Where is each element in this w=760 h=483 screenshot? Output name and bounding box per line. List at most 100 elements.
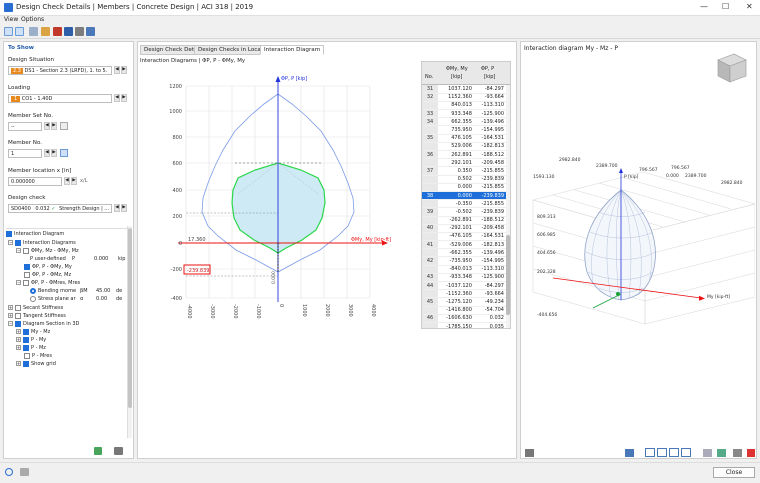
view-print-icon[interactable]	[525, 449, 534, 457]
view-color-icon[interactable]	[717, 449, 726, 457]
radio-selected-icon[interactable]	[30, 287, 36, 294]
tree-interaction-diagrams[interactable]: − Interaction Diagrams	[8, 239, 76, 247]
table-scrollbar[interactable]	[506, 85, 510, 328]
checkbox-unchecked-icon[interactable]	[24, 352, 30, 359]
print-icon[interactable]	[75, 27, 84, 36]
checkbox-checked-icon[interactable]	[23, 336, 29, 343]
dc-next-button[interactable]: ▶	[121, 204, 127, 212]
table-row[interactable]: 46 -1606.630 0.032	[422, 314, 506, 323]
tab-interaction-diagram[interactable]: Interaction Diagram	[260, 45, 325, 55]
table-row[interactable]: -476.105 -164.531	[422, 232, 506, 242]
table-row[interactable]: -840.013 -113.310	[422, 265, 506, 274]
design-check-select[interactable]: SD0400 0.032 ✓ Strength Design | ...	[8, 204, 112, 213]
table-row[interactable]: 41 -529.006 -182.813	[422, 240, 506, 250]
table-row[interactable]: 42 -735.950 -154.995	[422, 256, 506, 266]
ms-next-button[interactable]: ▶	[51, 122, 57, 130]
units-icon[interactable]	[20, 468, 29, 476]
checkbox-checked-icon[interactable]	[23, 344, 29, 351]
view-settings-icon[interactable]	[733, 449, 742, 457]
table-row[interactable]: 35 476.105 -164.531	[422, 134, 506, 143]
close-button[interactable]: Close	[713, 467, 755, 478]
collapse-icon[interactable]: −	[16, 248, 21, 253]
checkbox-checked-icon[interactable]	[24, 263, 30, 270]
table-row[interactable]: 45 -1275.120 -49.234	[422, 297, 506, 307]
table-row[interactable]: 37 0.350 -215.855	[422, 166, 506, 176]
expand-icon[interactable]: +	[16, 329, 21, 334]
location-unit-button[interactable]: x/L	[80, 178, 87, 184]
pick-member-set-icon[interactable]	[60, 122, 68, 130]
checkbox-unchecked-icon[interactable]	[24, 271, 30, 278]
table-row[interactable]: 40 -292.101 -209.458	[422, 224, 506, 233]
collapse-icon[interactable]: −	[8, 240, 13, 245]
view-render-icon[interactable]	[703, 449, 712, 457]
loading-select[interactable]: 1 CO1 - 1.40D	[8, 94, 112, 103]
tree-p-my[interactable]: + P - My	[16, 336, 46, 344]
tree-p-mz[interactable]: + P - Mz	[16, 344, 46, 352]
table-row[interactable]: 292.101 -209.458	[422, 158, 506, 168]
ds-next-button[interactable]: ▶	[121, 66, 127, 74]
view-nav-icon[interactable]	[625, 449, 634, 457]
table-icon[interactable]	[29, 27, 38, 36]
tree-show-grid[interactable]: + Show grid	[16, 360, 56, 368]
maximize-button[interactable]: ☐	[722, 2, 729, 11]
tree-pmy[interactable]: ΦP, P - ΦMy, My	[24, 263, 72, 271]
collapse-icon[interactable]: −	[16, 280, 21, 285]
table-scroll-thumb[interactable]	[506, 235, 510, 315]
checkbox-checked-icon[interactable]	[15, 320, 21, 327]
member-no-select[interactable]: 1	[8, 149, 42, 158]
loc-next-button[interactable]: ▶	[71, 177, 77, 185]
mn-next-button[interactable]: ▶	[51, 149, 57, 157]
tree-my-mz[interactable]: + My - Mz	[16, 328, 50, 336]
view-z-icon[interactable]	[669, 448, 679, 457]
table-row[interactable]: -1785.150 0.035	[422, 322, 506, 328]
close-window-button[interactable]: ✕	[746, 2, 753, 11]
tree-pmres[interactable]: − ΦP, P - ΦMres, Mres	[16, 279, 80, 287]
table-row[interactable]: -1416.800 -54.704	[422, 306, 506, 315]
search-icon[interactable]	[5, 468, 13, 476]
table-row[interactable]: 34 662.355 -139.496	[422, 117, 506, 127]
table-row[interactable]: -1152.360 -93.664	[422, 289, 506, 299]
tree-secant[interactable]: + Secant Stiffness	[8, 304, 63, 312]
expand-icon[interactable]: +	[16, 361, 21, 366]
tree-interaction-diagram[interactable]: Interaction Diagram	[6, 230, 64, 238]
section-icon[interactable]	[64, 27, 73, 36]
expand-icon[interactable]: +	[16, 345, 21, 350]
table-row[interactable]: -262.891 -188.512	[422, 216, 506, 225]
tree-mymz[interactable]: − ΦMy, Mz - ΦMy, Mz	[16, 247, 79, 255]
table-row[interactable]: 32 1152.360 -93.664	[422, 93, 506, 102]
checkbox-checked-icon[interactable]	[6, 230, 12, 237]
table-row[interactable]: -662.355 -139.496	[422, 248, 506, 258]
expand-icon[interactable]: +	[16, 337, 21, 342]
location-select[interactable]: 0.000000	[8, 177, 62, 186]
table-row[interactable]: 43 -933.348 -125.900	[422, 273, 506, 283]
member-set-select[interactable]: --	[8, 122, 42, 131]
ms-prev-button[interactable]: ◀	[44, 122, 50, 130]
loc-prev-button[interactable]: ◀	[64, 177, 70, 185]
table-row[interactable]: 36 262.891 -188.512	[422, 150, 506, 160]
tree-pmz[interactable]: ΦP, P - ΦMz, Mz	[24, 271, 71, 279]
checkbox-checked-icon[interactable]	[23, 360, 29, 367]
minimize-button[interactable]: —	[700, 2, 708, 11]
table-row[interactable]: 735.950 -154.995	[422, 125, 506, 135]
menu-options[interactable]: Options	[21, 16, 44, 23]
view-x-icon[interactable]	[645, 448, 655, 457]
table-row[interactable]: 39 -0.502 -239.839	[422, 207, 506, 217]
checkbox-unchecked-icon[interactable]	[23, 279, 29, 286]
tool-print-icon[interactable]	[114, 447, 123, 455]
checkbox-unchecked-icon[interactable]	[23, 247, 29, 254]
table-row[interactable]: 0.502 -239.839	[422, 175, 506, 184]
menu-view[interactable]: View	[4, 16, 18, 23]
tree-bending[interactable]: Bending mome βM 45.00 de	[30, 287, 122, 295]
checkbox-checked-icon[interactable]	[15, 239, 21, 246]
tree-p-mres[interactable]: P - Mres	[24, 352, 52, 360]
checkbox-unchecked-icon[interactable]	[15, 312, 21, 319]
mn-prev-button[interactable]: ◀	[44, 149, 50, 157]
view-y-icon[interactable]	[657, 448, 667, 457]
checkbox-checked-icon[interactable]	[23, 328, 29, 335]
radio-unselected-icon[interactable]	[30, 295, 36, 302]
tree-diagram3d[interactable]: − Diagram Section in 3D	[8, 320, 79, 328]
tool-settings-icon[interactable]	[94, 447, 102, 455]
view-iso-icon[interactable]	[681, 448, 691, 457]
checkbox-unchecked-icon[interactable]	[15, 304, 21, 311]
table-row[interactable]: -0.350 -215.855	[422, 199, 506, 209]
